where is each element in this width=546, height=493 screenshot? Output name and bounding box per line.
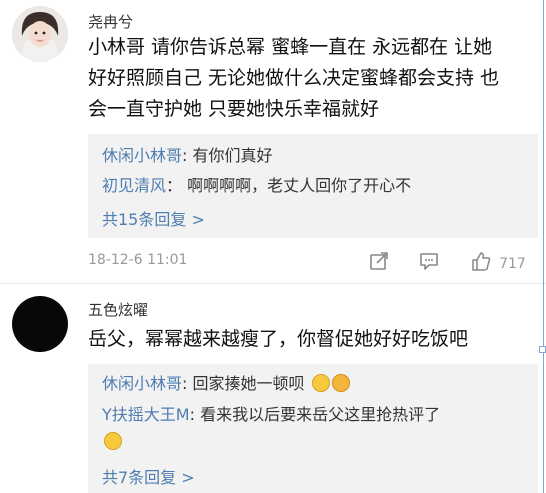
reply-author[interactable]: Y扶摇大王M	[102, 405, 190, 424]
reply-author[interactable]: 休闲小林哥	[102, 146, 182, 165]
comment-body-line: 好好照顾自己 无论她做什么决定蜜蜂都会支持 也	[88, 67, 500, 89]
like-button[interactable]: 717	[470, 250, 530, 274]
reply-separator: :	[189, 405, 201, 424]
reply-author[interactable]: 休闲小林哥	[102, 374, 182, 393]
user-avatar[interactable]	[12, 296, 68, 352]
smile-emoji-icon	[311, 374, 330, 392]
reply-text: 有你们真好	[192, 146, 273, 165]
scrollbar[interactable]	[543, 0, 544, 493]
comment-button[interactable]	[418, 250, 440, 274]
reply-item[interactable]: 休闲小林哥: 有你们真好	[102, 145, 273, 167]
scrollbar-handle[interactable]	[539, 346, 546, 353]
comment-body-line: 小林哥 请你告诉总幂 蜜蜂一直在 永远都在 让她	[88, 36, 493, 58]
replies-box: 休闲小林哥: 有你们真好 初见清风： 啊啊啊啊，老丈人回你了开心不 共15条回复…	[88, 134, 538, 238]
replies-box: 休闲小林哥: 回家揍她一顿呗 Y扶摇大王M: 看来我以后要来岳父这里抢热评了 共…	[88, 364, 538, 493]
reply-text: 看来我以后要来岳父这里抢热评了	[200, 405, 441, 424]
more-replies-link[interactable]: 共15条回复 >	[102, 206, 205, 230]
reply-item[interactable]: 初见清风： 啊啊啊啊，老丈人回你了开心不	[102, 175, 411, 197]
reply-separator: ：	[166, 176, 188, 195]
reply-item-continuation	[102, 431, 122, 453]
share-icon	[370, 252, 388, 270]
user-avatar[interactable]	[12, 6, 68, 62]
reply-author[interactable]: 初见清风	[102, 176, 166, 195]
thinking-emoji-icon	[331, 374, 350, 392]
more-replies-link[interactable]: 共7条回复 >	[102, 464, 195, 488]
comment-body: 岳父，幂幂越来越瘦了，你督促她好好吃饭吧	[88, 324, 528, 355]
like-icon	[472, 252, 491, 271]
reply-text: 啊啊啊啊，老丈人回你了开心不	[187, 176, 412, 195]
reply-item[interactable]: 休闲小林哥: 回家揍她一顿呗	[102, 373, 350, 395]
comment-body: 小林哥 请你告诉总幂 蜜蜂一直在 永远都在 让她 好好照顾自己 无论她做什么决定…	[88, 32, 528, 125]
reply-item[interactable]: Y扶摇大王M: 看来我以后要来岳父这里抢热评了	[102, 404, 440, 426]
reply-separator: :	[182, 146, 193, 165]
reply-separator: :	[182, 374, 193, 393]
like-count: 717	[499, 256, 526, 272]
comment-body-line: 会一直守护她 只要她快乐幸福就好	[88, 98, 380, 120]
comment-body-line: 岳父，幂幂越来越瘦了，你督促她好好吃饭吧	[88, 328, 469, 350]
username[interactable]: 五色炫曜	[88, 299, 148, 320]
comment-divider	[0, 283, 546, 284]
timestamp: 18-12-6 11:01	[88, 252, 188, 268]
comment-icon	[420, 253, 438, 270]
reply-text: 回家揍她一顿呗	[192, 374, 305, 393]
laughing-tears-emoji-icon	[104, 432, 122, 450]
share-button[interactable]	[368, 250, 390, 274]
username[interactable]: 尧冉兮	[88, 11, 133, 32]
avatar-portrait-icon	[12, 6, 68, 62]
